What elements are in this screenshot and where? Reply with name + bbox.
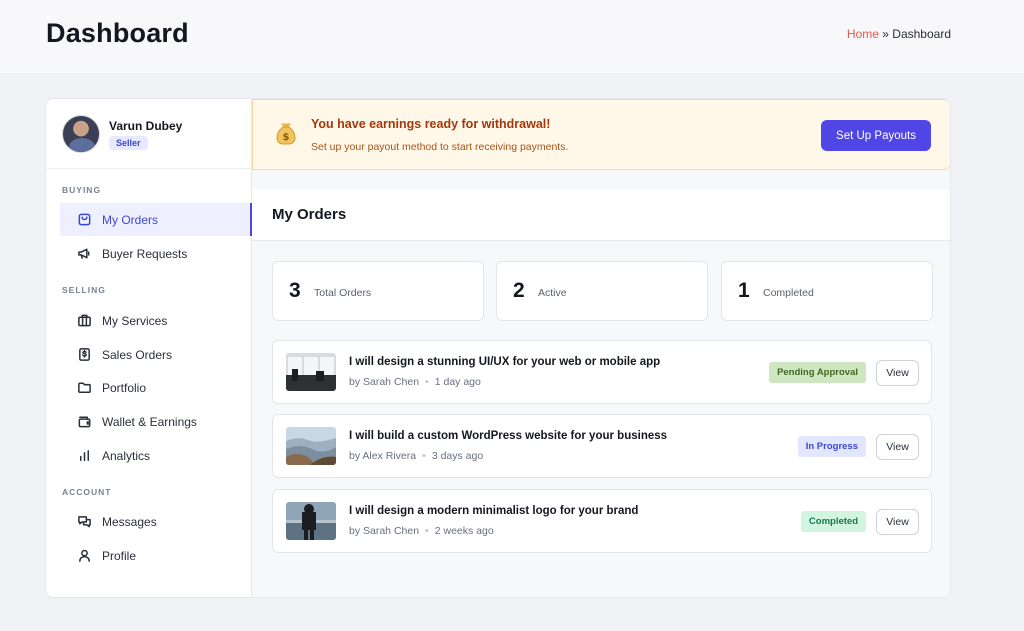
sidebar-item-portfolio[interactable]: Portfolio (60, 371, 252, 404)
profile-name: Varun Dubey (109, 119, 183, 133)
order-title[interactable]: I will design a modern minimalist logo f… (349, 505, 638, 517)
svg-text:$: $ (283, 132, 290, 143)
dashboard-card: Varun Dubey Seller BUYING My Orders Buye… (45, 98, 951, 598)
status-badge: In Progress (797, 436, 866, 457)
avatar[interactable] (62, 115, 100, 153)
order-title[interactable]: I will build a custom WordPress website … (349, 430, 667, 442)
dollar-receipt-icon (76, 347, 92, 363)
order-seller: by Alex Rivera (349, 450, 417, 462)
stat-label: Completed (763, 287, 814, 299)
stat-active: 2 Active (496, 261, 708, 321)
sidebar-item-profile[interactable]: Profile (60, 539, 252, 572)
sidebar-item-messages[interactable]: Messages (60, 505, 252, 538)
view-order-button[interactable]: View (876, 434, 919, 460)
orders-section-header: My Orders (252, 190, 950, 241)
breadcrumb-home-link[interactable]: Home (847, 27, 879, 41)
order-time: 2 weeks ago (434, 525, 494, 537)
briefcase-icon (76, 313, 92, 329)
order-time: 1 day ago (434, 376, 481, 388)
section-label-buying: BUYING (62, 185, 102, 195)
stat-value: 2 (513, 279, 525, 302)
view-order-button[interactable]: View (876, 360, 919, 386)
order-thumbnail[interactable] (286, 502, 336, 540)
order-meta: by Alex Rivera • 3 days ago (349, 450, 483, 462)
order-thumbnail[interactable] (286, 353, 336, 391)
chat-bubbles-icon (76, 514, 92, 530)
order-row[interactable]: I will design a modern minimalist logo f… (272, 489, 932, 553)
folder-icon (76, 380, 92, 396)
sidebar-item-wallet-earnings[interactable]: Wallet & Earnings (60, 405, 252, 438)
status-badge: Pending Approval (769, 362, 866, 383)
orders-title: My Orders (272, 206, 347, 223)
top-header: Dashboard Home » Dashboard (0, 0, 1024, 73)
role-badge: Seller (109, 136, 148, 150)
order-title[interactable]: I will design a stunning UI/UX for your … (349, 356, 660, 368)
profile-summary: Varun Dubey Seller (46, 99, 251, 169)
breadcrumb-separator: » (878, 27, 893, 41)
order-meta: by Sarah Chen • 1 day ago (349, 376, 481, 388)
sidebar-item-label: Messages (102, 514, 157, 529)
view-order-button[interactable]: View (876, 509, 919, 535)
sidebar-item-label: Portfolio (102, 380, 147, 395)
order-row[interactable]: I will build a custom WordPress website … (272, 414, 932, 478)
sidebar-item-label: Sales Orders (102, 347, 173, 362)
sidebar-item-sales-orders[interactable]: Sales Orders (60, 338, 252, 371)
bar-chart-icon (76, 448, 92, 464)
status-badge: Completed (800, 511, 866, 532)
sidebar-item-label: Profile (102, 548, 137, 563)
order-meta: by Sarah Chen • 2 weeks ago (349, 525, 494, 537)
order-thumbnail[interactable] (286, 427, 336, 465)
stat-value: 1 (738, 279, 750, 302)
meta-separator: • (425, 525, 429, 537)
order-time: 3 days ago (431, 450, 484, 462)
sidebar-item-my-orders[interactable]: My Orders (60, 203, 252, 236)
section-label-selling: SELLING (62, 285, 106, 295)
meta-separator: • (425, 376, 429, 388)
sidebar-item-label: My Orders (102, 212, 159, 227)
user-icon (76, 548, 92, 564)
sidebar-item-label: Wallet & Earnings (102, 414, 197, 429)
section-label-account: ACCOUNT (62, 487, 112, 497)
payout-alert: $ You have earnings ready for withdrawal… (252, 99, 950, 170)
order-seller: by Sarah Chen (349, 525, 420, 537)
megaphone-icon (76, 246, 92, 262)
sidebar-item-buyer-requests[interactable]: Buyer Requests (60, 237, 252, 270)
alert-description: Set up your payout method to start recei… (311, 141, 569, 153)
order-row[interactable]: I will design a stunning UI/UX for your … (272, 340, 932, 404)
stat-completed: 1 Completed (721, 261, 933, 321)
sidebar: Varun Dubey Seller BUYING My Orders Buye… (46, 99, 252, 597)
set-up-payouts-button[interactable]: Set Up Payouts (821, 120, 931, 151)
page-title: Dashboard (46, 18, 189, 48)
stat-label: Active (538, 287, 567, 299)
breadcrumb-current: Dashboard (892, 27, 951, 41)
sidebar-item-label: Analytics (102, 448, 151, 463)
shopping-bag-icon (76, 212, 92, 228)
main-content: $ You have earnings ready for withdrawal… (252, 99, 950, 597)
money-bag-icon: $ (275, 122, 297, 146)
sidebar-item-label: Buyer Requests (102, 246, 188, 261)
sidebar-item-my-services[interactable]: My Services (60, 304, 252, 337)
sidebar-item-label: My Services (102, 313, 168, 328)
stat-value: 3 (289, 279, 301, 302)
order-seller: by Sarah Chen (349, 376, 420, 388)
stat-total-orders: 3 Total Orders (272, 261, 484, 321)
sidebar-item-analytics[interactable]: Analytics (60, 439, 252, 472)
breadcrumb: Home » Dashboard (847, 27, 951, 41)
wallet-icon (76, 414, 92, 430)
alert-title: You have earnings ready for withdrawal! (311, 117, 551, 131)
stat-label: Total Orders (314, 287, 372, 299)
meta-separator: • (422, 450, 426, 462)
